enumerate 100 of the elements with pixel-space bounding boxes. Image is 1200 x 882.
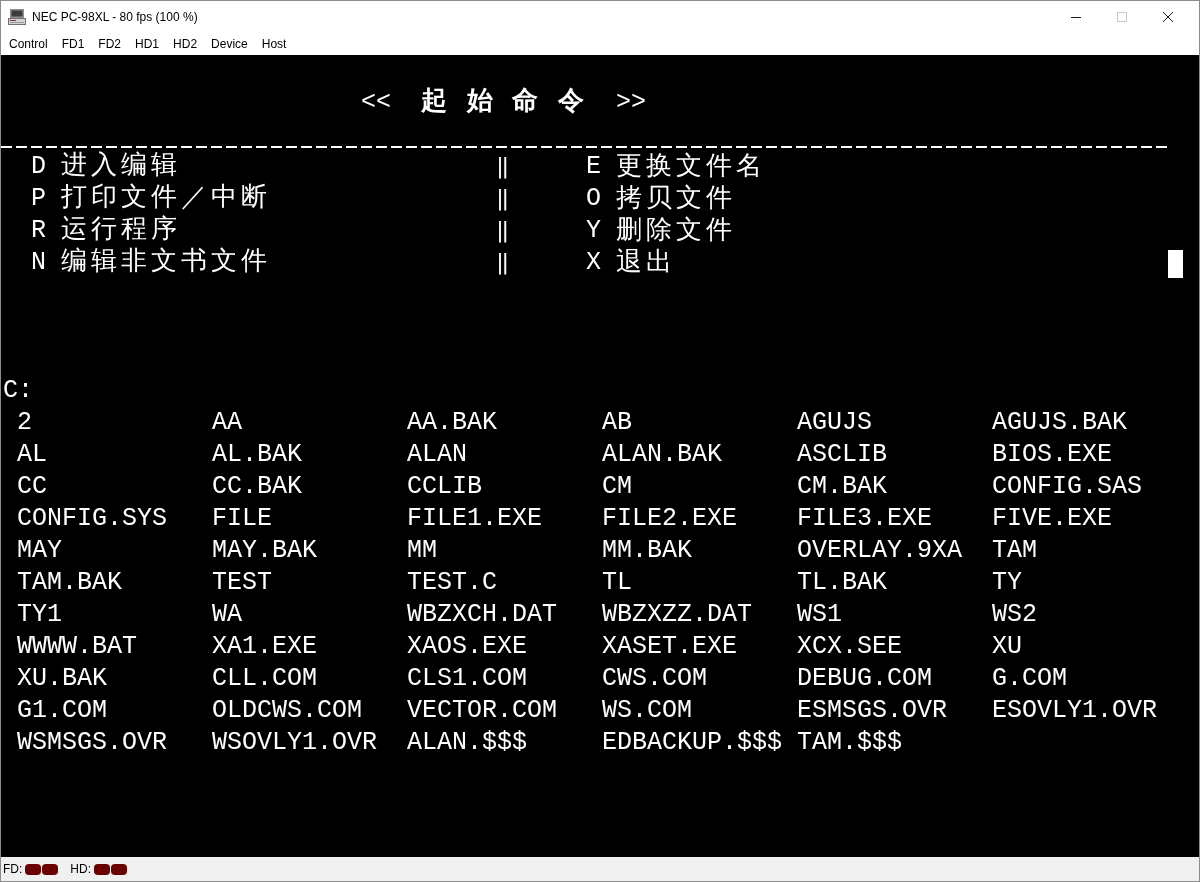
file-name: ALAN	[407, 439, 467, 471]
file-name: TEST	[212, 567, 272, 599]
command-key: D	[31, 151, 61, 183]
file-name: WS1	[797, 599, 842, 631]
file-name: G.COM	[992, 663, 1067, 695]
file-name: XASET.EXE	[602, 631, 738, 663]
file-name: EDBACKUP.$$$	[602, 727, 783, 759]
heading-bracket: <<	[361, 87, 392, 119]
file-name: CCLIB	[407, 471, 482, 503]
file-name: XCX.SEE	[797, 631, 903, 663]
command-label: 退出	[616, 247, 676, 279]
file-name: G1.COM	[17, 695, 107, 727]
file-name: TAM.BAK	[17, 567, 123, 599]
file-name: AGUJS	[797, 407, 872, 439]
column-separator: ‖	[496, 216, 510, 242]
file-name: AA.BAK	[407, 407, 497, 439]
maximize-icon	[1117, 12, 1127, 22]
command-label: 打印文件／中断	[61, 182, 271, 213]
file-name: MAY	[17, 535, 62, 567]
file-name: ESMSGS.OVR	[797, 695, 948, 727]
file-name: DEBUG.COM	[797, 663, 933, 695]
menu-item[interactable]: HD2	[166, 33, 205, 55]
file-name: XA1.EXE	[212, 631, 318, 663]
heading-bracket: >>	[616, 87, 646, 119]
file-name: WS.COM	[602, 695, 692, 727]
file-name: CLS1.COM	[407, 663, 528, 695]
file-name: TL	[602, 567, 632, 599]
file-name: ASCLIB	[797, 439, 887, 471]
command-label: 拷贝文件	[616, 183, 736, 215]
file-name: TY	[992, 567, 1022, 599]
file-name: TEST.C	[407, 567, 497, 599]
file-name: 2	[17, 407, 32, 439]
file-name: FILE	[212, 503, 272, 535]
file-name: CLL.COM	[212, 663, 318, 695]
file-name: CC	[17, 471, 47, 503]
file-name: WBZXCH.DAT	[407, 599, 558, 631]
command-key: E	[586, 151, 616, 183]
menu-item[interactable]: FD1	[54, 33, 92, 55]
file-name: CONFIG.SAS	[992, 471, 1143, 503]
file-name: FILE1.EXE	[407, 503, 543, 535]
command-label: 更换文件名	[616, 151, 766, 183]
file-name: AB	[602, 407, 632, 439]
file-name: XU	[992, 631, 1022, 663]
file-name: AGUJS.BAK	[992, 407, 1128, 439]
menu-item[interactable]: FD2	[91, 33, 129, 55]
file-name: CC.BAK	[212, 471, 302, 503]
file-name: BIOS.EXE	[992, 439, 1113, 471]
minimize-icon	[1071, 16, 1081, 18]
command-label: 运行程序	[61, 214, 181, 245]
command-key: X	[586, 247, 616, 279]
file-name: AA	[212, 407, 242, 439]
file-name: MAY.BAK	[212, 535, 318, 567]
command-label: 删除文件	[616, 215, 736, 247]
menu-item[interactable]: Host	[254, 33, 294, 55]
window-title: NEC PC-98XL - 80 fps (100 %)	[32, 9, 198, 26]
file-name: WS2	[992, 599, 1037, 631]
file-name: CM.BAK	[797, 471, 887, 503]
file-name: WBZXZZ.DAT	[602, 599, 753, 631]
file-name: TAM	[992, 535, 1037, 567]
command-key: O	[586, 183, 616, 215]
file-name: ALAN.$$$	[407, 727, 528, 759]
file-name: WSOVLY1.OVR	[212, 727, 378, 759]
file-name: WSMSGS.OVR	[17, 727, 168, 759]
file-name: AL.BAK	[212, 439, 302, 471]
file-name: OLDCWS.COM	[212, 695, 363, 727]
file-name: VECTOR.COM	[407, 695, 558, 727]
file-name: XU.BAK	[17, 663, 107, 695]
menu-item[interactable]: Device	[204, 33, 255, 55]
heading-title: 起 始 命 令	[421, 86, 586, 117]
command-key: P	[31, 183, 61, 215]
drive-label: FD:	[3, 861, 23, 878]
drive-prompt: C:	[2, 375, 33, 407]
close-icon	[1163, 12, 1173, 22]
computer-icon	[8, 9, 26, 25]
file-name: FILE2.EXE	[602, 503, 738, 535]
file-name: ALAN.BAK	[602, 439, 723, 471]
file-name: WA	[212, 599, 242, 631]
column-separator: ‖	[496, 184, 510, 210]
file-name: WWWW.BAT	[17, 631, 138, 663]
file-name: TAM.$$$	[797, 727, 903, 759]
menu-item[interactable]: Control	[2, 33, 55, 55]
file-name: FILE3.EXE	[797, 503, 933, 535]
menu-item[interactable]: HD1	[128, 33, 167, 55]
file-name: CONFIG.SYS	[17, 503, 168, 535]
file-name: CWS.COM	[602, 663, 708, 695]
file-name: TY1	[17, 599, 62, 631]
command-key: R	[31, 215, 61, 247]
file-name: TL.BAK	[797, 567, 887, 599]
file-name: XAOS.EXE	[407, 631, 528, 663]
column-separator: ‖	[496, 248, 510, 274]
file-name: CM	[602, 471, 632, 503]
file-name: FIVE.EXE	[992, 503, 1113, 535]
file-name: OVERLAY.9XA	[797, 535, 963, 567]
command-key: Y	[586, 215, 616, 247]
drive-label: HD:	[70, 861, 91, 878]
file-name: AL	[17, 439, 47, 471]
column-separator: ‖	[496, 152, 510, 178]
file-name: MM	[407, 535, 437, 567]
command-label: 进入编辑	[61, 150, 181, 181]
command-key: N	[31, 247, 61, 279]
